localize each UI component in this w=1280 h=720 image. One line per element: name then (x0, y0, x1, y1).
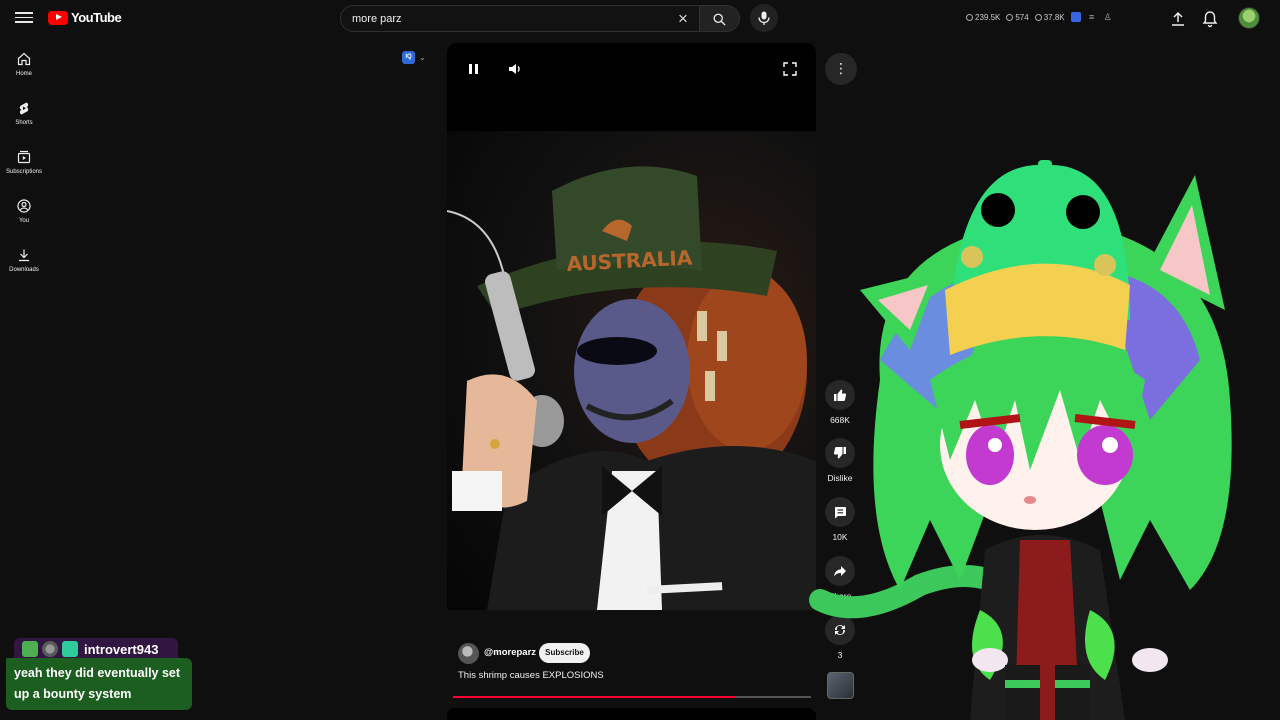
stream-chat-message: introvert943 yeah they did eventually se… (6, 638, 192, 710)
vtuber-avatar-overlay (809, 160, 1232, 720)
sidebar-item-label: Shorts (15, 120, 33, 126)
sword-badge-icon (22, 641, 38, 657)
video-top-bar (447, 43, 816, 131)
channel-handle[interactable]: @moreparz (484, 647, 536, 658)
account-avatar[interactable] (1238, 7, 1260, 29)
shorts-icon (19, 102, 29, 115)
next-short-preview[interactable] (447, 708, 816, 720)
voice-search-button[interactable] (750, 4, 778, 32)
stat-value: 574 (1015, 12, 1029, 22)
search-icon (713, 13, 726, 26)
channel-avatar[interactable] (458, 643, 479, 664)
sidebar-item-label: You (18, 218, 30, 224)
extension-stats: 239.5K 574 37.8K ≡ ♙ (966, 12, 1113, 22)
mic-icon (758, 11, 770, 25)
video-title[interactable]: This shrimp causes EXPLOSIONS (458, 670, 604, 681)
youtube-logo[interactable]: YouTube (48, 10, 122, 25)
sidebar-item-subscriptions[interactable]: Subscriptions (0, 144, 48, 193)
search-input[interactable]: more parz × (340, 5, 700, 32)
sidebar-item-label: Subscriptions (5, 169, 43, 175)
search-button[interactable] (700, 5, 740, 32)
chevron-down-icon: ⌄ (419, 52, 426, 62)
top-bar: YouTube more parz × 239.5K 574 37.8K ≡ ♙ (0, 0, 1280, 38)
fullscreen-icon[interactable] (780, 59, 800, 79)
video-frame-image: AUSTRALIA (447, 166, 816, 610)
sidebar-item-home[interactable]: Home (0, 46, 48, 95)
eye-icon (1006, 13, 1014, 21)
menu-icon[interactable] (14, 9, 34, 29)
extension-logo: IQ (402, 50, 415, 64)
search-query[interactable]: more parz (352, 13, 402, 25)
downloads-icon (19, 249, 29, 262)
pause-icon[interactable] (464, 59, 484, 79)
eye-icon (1034, 13, 1042, 21)
stat-total: 37.8K (1034, 12, 1065, 22)
sidebar: Home Shorts Subscriptions You Downloads (0, 46, 48, 291)
chat-message-text: yeah they did eventually set up a bounty… (6, 658, 192, 710)
stat-watchtime: 239.5K (966, 13, 1000, 22)
logo-text: YouTube (71, 10, 122, 25)
trophy-icon[interactable]: ♙ (1103, 12, 1113, 22)
sidebar-item-downloads[interactable]: Downloads (0, 242, 48, 291)
clock-icon (966, 13, 973, 21)
list-icon[interactable]: ≡ (1087, 12, 1097, 22)
upload-icon[interactable] (1169, 10, 1187, 28)
gem-badge-icon (62, 641, 78, 657)
video-progress-bar[interactable] (453, 696, 811, 698)
sidebar-item-you[interactable]: You (0, 193, 48, 242)
shorts-video-player[interactable]: AUSTRALIA (447, 43, 816, 610)
extension-dropdown-button[interactable]: IQ ⌄ (402, 49, 436, 65)
clear-search-icon[interactable]: × (673, 9, 693, 29)
globe-badge-icon (42, 641, 58, 657)
stat-value: 239.5K (975, 12, 1001, 22)
subscriptions-icon (17, 150, 31, 164)
stat-value: 37.8K (1043, 12, 1065, 22)
subscribe-button[interactable]: Subscribe (539, 643, 590, 663)
extension-icon[interactable] (1070, 12, 1081, 22)
video-frame[interactable]: AUSTRALIA (447, 131, 816, 610)
chat-header: introvert943 (14, 638, 178, 660)
notifications-icon[interactable] (1201, 10, 1219, 28)
video-progress-fill (453, 696, 736, 698)
more-options-button[interactable]: ⋮ (825, 53, 857, 85)
stat-views: 574 (1006, 12, 1029, 22)
home-icon (17, 52, 31, 66)
sidebar-item-label: Home (15, 71, 32, 77)
volume-icon[interactable] (505, 59, 525, 79)
sidebar-item-shorts[interactable]: Shorts (0, 95, 48, 144)
sidebar-item-label: Downloads (9, 267, 39, 273)
youtube-play-icon (48, 10, 68, 25)
you-icon (17, 199, 31, 213)
chat-username: introvert943 (84, 641, 159, 657)
